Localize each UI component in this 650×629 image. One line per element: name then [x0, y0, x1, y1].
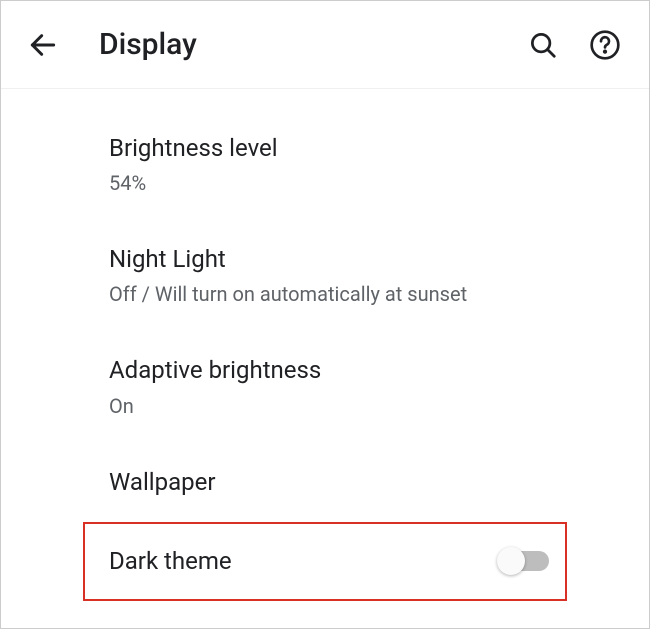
page-title: Display [99, 27, 521, 62]
search-icon [528, 30, 558, 60]
back-button[interactable] [19, 21, 67, 69]
app-header: Display [1, 1, 649, 89]
setting-dark-theme[interactable]: Dark theme [83, 522, 567, 601]
setting-subtitle: 54% [109, 170, 649, 196]
header-actions [521, 23, 631, 67]
search-button[interactable] [521, 23, 565, 67]
toggle-thumb [497, 547, 525, 575]
setting-subtitle: Off / Will turn on automatically at suns… [109, 281, 649, 307]
setting-title: Adaptive brightness [109, 355, 649, 386]
setting-brightness-level[interactable]: Brightness level 54% [1, 109, 649, 220]
setting-title: Dark theme [109, 546, 232, 577]
setting-title: Night Light [109, 244, 649, 275]
dark-theme-toggle[interactable] [501, 551, 549, 571]
setting-night-light[interactable]: Night Light Off / Will turn on automatic… [1, 220, 649, 331]
setting-title: Wallpaper [109, 467, 649, 498]
help-button[interactable] [583, 23, 627, 67]
setting-title: Brightness level [109, 133, 649, 164]
back-arrow-icon [27, 29, 59, 61]
setting-wallpaper[interactable]: Wallpaper [1, 443, 649, 522]
settings-list: Brightness level 54% Night Light Off / W… [1, 89, 649, 601]
setting-adaptive-brightness[interactable]: Adaptive brightness On [1, 331, 649, 442]
setting-subtitle: On [109, 393, 649, 419]
help-icon [589, 29, 621, 61]
